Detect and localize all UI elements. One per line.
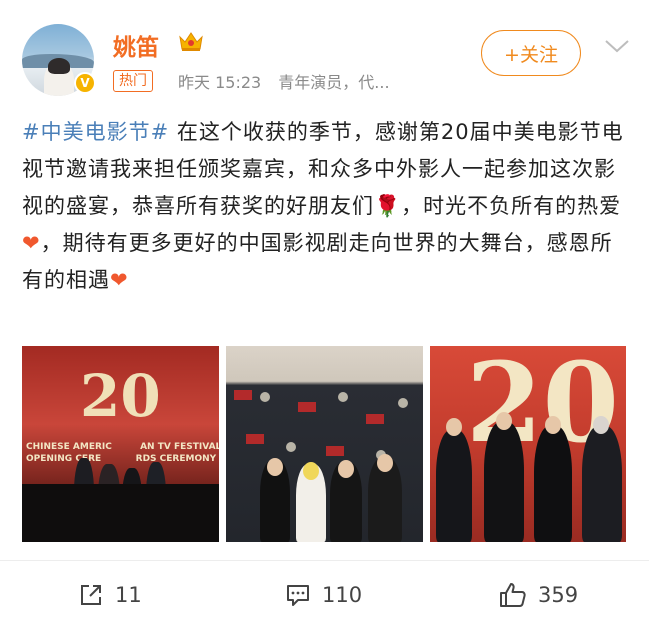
sponsor-logo <box>398 398 408 408</box>
action-bar: 11 110 359 <box>0 575 649 623</box>
person-silhouette <box>582 426 622 542</box>
avatar-hair <box>48 58 70 74</box>
username[interactable]: 姚笛 <box>113 28 159 62</box>
person-silhouette <box>534 426 572 542</box>
person-head <box>496 412 512 430</box>
person-head <box>267 458 283 476</box>
banner-number: 20 <box>80 362 161 430</box>
banner-text-2b: RDS CEREMONY <box>135 454 217 464</box>
person-head <box>338 460 354 478</box>
person-silhouette <box>436 430 472 542</box>
verified-badge-icon: V <box>74 72 96 94</box>
post-time: 昨天 15:23 <box>178 73 262 92</box>
follow-button[interactable]: +关注 <box>481 30 581 76</box>
repost-button[interactable]: 11 <box>77 581 142 609</box>
audience <box>22 484 219 542</box>
comment-button[interactable]: 110 <box>284 581 362 609</box>
sponsor-logo <box>246 434 264 444</box>
user-description: 青年演员，代... <box>278 73 390 92</box>
photo-1[interactable]: 20 CHINESE AMERIC AN TV FESTIVAL OPENING… <box>22 346 219 542</box>
vip-crown-icon <box>179 32 203 51</box>
repost-icon <box>81 585 101 605</box>
sponsor-logo <box>298 402 316 412</box>
post-text-part2: ，时光不负所有的热爱 <box>401 194 622 218</box>
photo-3[interactable]: 20 <box>430 346 626 542</box>
hot-badge: 热门 <box>113 70 153 92</box>
post-header: V 姚笛 热门 昨天 15:23 青年演员，代... +关注 <box>0 0 649 110</box>
person-silhouette <box>484 422 524 542</box>
person-head <box>377 454 393 472</box>
repost-count: 11 <box>115 583 142 607</box>
sponsor-logo <box>286 442 296 452</box>
person-head <box>303 462 319 480</box>
banner-text-line2: OPENING CERE RDS CEREMONY <box>26 454 216 464</box>
post-text: #中美电影节# 在这个收获的季节，感谢第20届中美电影节电视节邀请我来担任颁奖嘉… <box>22 114 628 299</box>
banner-text-line1: CHINESE AMERIC AN TV FESTIVAL <box>26 442 219 452</box>
post-meta: 昨天 15:23 青年演员，代... <box>178 69 402 93</box>
photo-2[interactable] <box>226 346 423 542</box>
chevron-down-icon[interactable] <box>603 36 631 56</box>
heart-emoji-icon: ❤ <box>110 268 129 292</box>
person-head <box>545 416 561 434</box>
sponsor-logo <box>326 446 344 456</box>
comment-icon <box>287 585 309 606</box>
person-head <box>446 418 462 436</box>
sponsor-logo <box>338 392 348 402</box>
comment-count: 110 <box>322 583 363 607</box>
sponsor-logo <box>234 390 252 400</box>
photo-grid: 20 CHINESE AMERIC AN TV FESTIVAL OPENING… <box>22 346 626 542</box>
heart-emoji-icon: ❤ <box>22 231 41 255</box>
like-count: 359 <box>538 583 579 607</box>
rose-emoji-icon: 🌹 <box>374 194 402 218</box>
divider <box>0 560 649 561</box>
thumbs-up-icon <box>500 583 526 607</box>
person-head <box>593 416 609 434</box>
hashtag-link[interactable]: #中美电影节# <box>22 120 169 144</box>
sponsor-logo <box>366 414 384 424</box>
banner-text-1a: CHINESE AMERIC <box>26 442 112 452</box>
banner-text-1b: AN TV FESTIVAL <box>140 442 219 452</box>
like-button[interactable]: 359 <box>498 581 578 609</box>
sponsor-logo <box>260 392 270 402</box>
